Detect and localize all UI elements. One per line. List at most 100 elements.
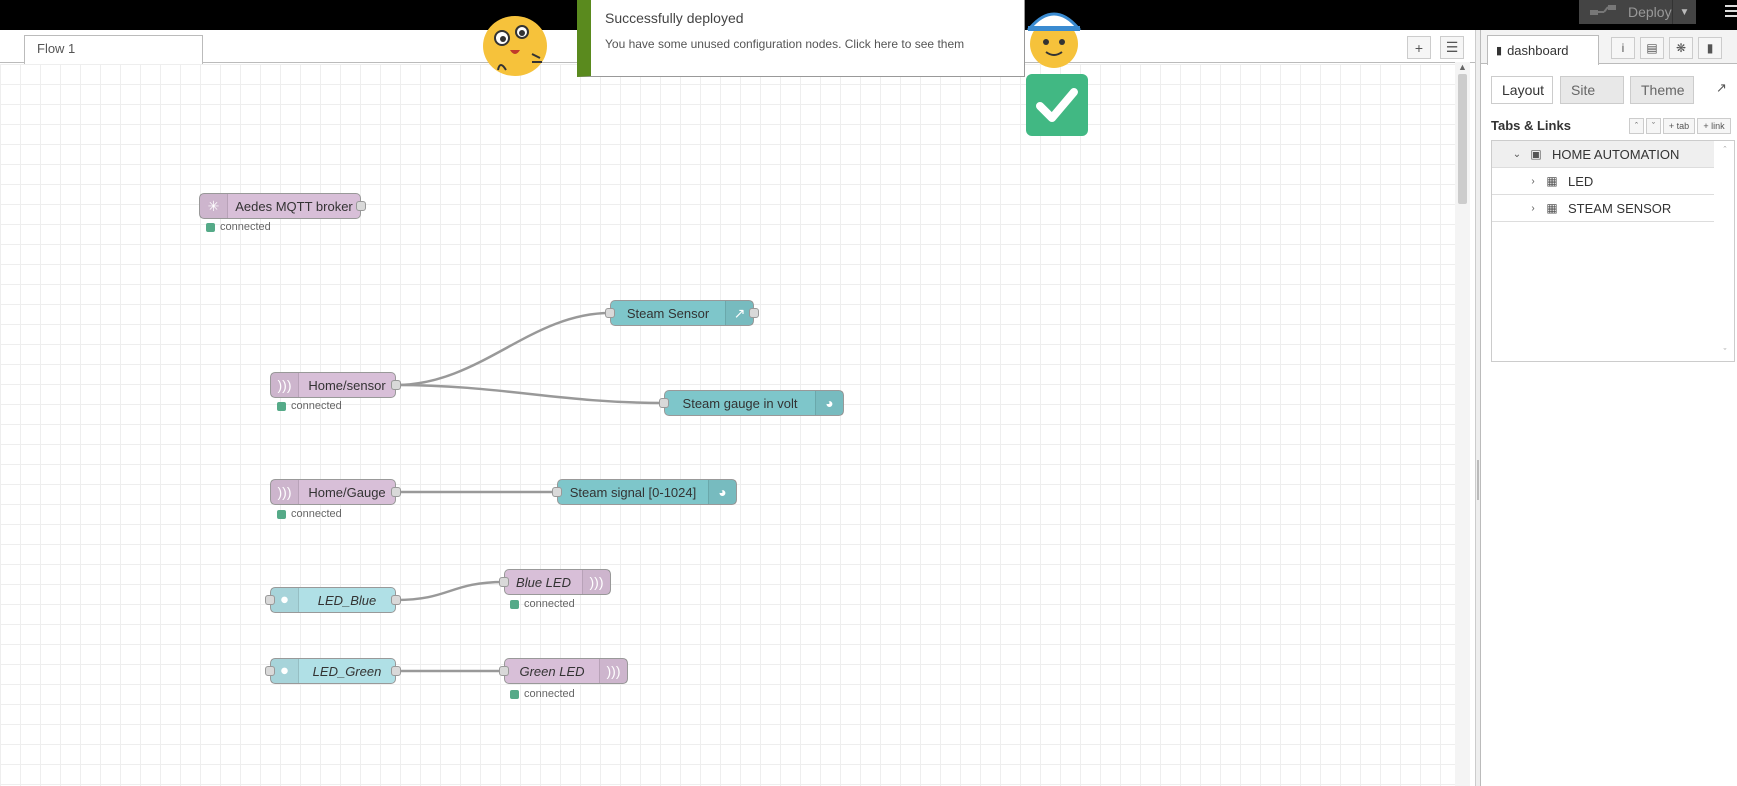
gauge-icon: ◕ bbox=[815, 391, 843, 415]
node-label: Home/Gauge bbox=[308, 484, 386, 500]
deploy-dropdown-caret[interactable]: ▼ bbox=[1672, 0, 1696, 24]
mqtt-out-icon: ))) bbox=[582, 570, 610, 594]
tree-item-label: LED bbox=[1568, 173, 1594, 189]
scroll-up-icon[interactable]: ˆ bbox=[1724, 145, 1727, 155]
output-port[interactable] bbox=[391, 666, 401, 676]
input-port[interactable] bbox=[265, 595, 275, 605]
flow-canvas[interactable] bbox=[0, 64, 1460, 786]
node-led-blue-switch[interactable]: ⚫ LED_Blue bbox=[265, 587, 401, 613]
splitter-grip[interactable] bbox=[1477, 460, 1479, 500]
scrollbar-thumb[interactable] bbox=[1458, 74, 1467, 204]
sidebar-tabs-bar: ▮ dashboard i ▤ ❋ ▮ bbox=[1481, 30, 1737, 65]
node-label: Green LED bbox=[519, 663, 585, 679]
node-label: Steam Sensor bbox=[626, 305, 710, 321]
tree-item-label: STEAM SENSOR bbox=[1568, 200, 1672, 216]
tree-item-home-automation[interactable]: ⌄ ▣ HOME AUTOMATION bbox=[1492, 141, 1714, 168]
input-port[interactable] bbox=[265, 666, 275, 676]
output-port[interactable] bbox=[749, 308, 759, 318]
status-blue-led: connected bbox=[510, 598, 575, 610]
sidebar-tab-label: dashboard bbox=[1507, 43, 1569, 58]
list-flows-icon[interactable]: ☰ bbox=[1440, 36, 1464, 59]
node-home-sensor[interactable]: ))) Home/sensor bbox=[270, 372, 401, 398]
node-steam-sensor[interactable]: Steam Sensor ↗ bbox=[605, 300, 759, 326]
notification-title: Successfully deployed bbox=[605, 10, 744, 26]
tabs-links-title: Tabs & Links bbox=[1491, 118, 1571, 133]
deploy-icon bbox=[1590, 5, 1616, 15]
node-steam-signal[interactable]: Steam signal [0-1024] ◕ bbox=[552, 479, 737, 505]
tab-icon: ▣ bbox=[1530, 147, 1542, 161]
node-steam-gauge-volt[interactable]: Steam gauge in volt ◕ bbox=[659, 390, 844, 416]
subtab-theme[interactable]: Theme bbox=[1630, 76, 1694, 104]
node-aedes-mqtt-broker[interactable]: ✳ Aedes MQTT broker bbox=[199, 193, 366, 219]
input-port[interactable] bbox=[499, 577, 509, 587]
add-tab-button[interactable]: + tab bbox=[1663, 118, 1695, 134]
mqtt-in-icon: ))) bbox=[271, 373, 299, 397]
output-port[interactable] bbox=[391, 487, 401, 497]
gauge-icon: ◕ bbox=[708, 480, 736, 504]
subtab-site[interactable]: Site bbox=[1560, 76, 1624, 104]
node-label: LED_Green bbox=[312, 663, 382, 679]
status-dot bbox=[277, 509, 286, 519]
tree-item-label: HOME AUTOMATION bbox=[1552, 146, 1680, 162]
input-port[interactable] bbox=[552, 487, 562, 497]
open-dashboard-icon[interactable]: ↗ bbox=[1716, 80, 1727, 96]
tree-item-steam-sensor[interactable]: › ▦ STEAM SENSOR bbox=[1492, 195, 1714, 222]
scroll-down-icon[interactable]: ˇ bbox=[1724, 347, 1727, 357]
chevron-right-icon[interactable]: › bbox=[1526, 176, 1540, 187]
status-aedes: connected bbox=[206, 221, 271, 233]
debug-bug-icon[interactable]: ❋ bbox=[1669, 37, 1693, 59]
help-book-icon[interactable]: ▤ bbox=[1640, 37, 1664, 59]
notification-message[interactable]: You have some unused configuration nodes… bbox=[605, 37, 964, 51]
scroll-up-icon[interactable]: ▲ bbox=[1458, 62, 1467, 72]
add-flow-icon[interactable]: + bbox=[1407, 36, 1431, 59]
node-green-led[interactable]: Green LED ))) bbox=[499, 658, 628, 684]
output-port[interactable] bbox=[391, 380, 401, 390]
broker-icon: ✳ bbox=[200, 194, 228, 218]
canvas-vertical-scrollbar[interactable]: ▲ bbox=[1455, 62, 1470, 786]
node-label: Blue LED bbox=[516, 574, 571, 590]
expand-all-icon[interactable]: ˇ bbox=[1646, 118, 1661, 134]
info-icon[interactable]: i bbox=[1611, 37, 1635, 59]
sidebar: ▮ dashboard i ▤ ❋ ▮ Layout Site Theme ↗ … bbox=[1480, 30, 1737, 786]
node-label: Steam gauge in volt bbox=[682, 395, 798, 411]
main-menu-icon[interactable] bbox=[1725, 5, 1737, 19]
tabs-links-tree: ⌄ ▣ HOME AUTOMATION › ▦ LED › ▦ STEAM SE… bbox=[1491, 140, 1735, 362]
status-text: connected bbox=[524, 598, 575, 610]
status-home-sensor: connected bbox=[277, 400, 342, 412]
tree-item-led[interactable]: › ▦ LED bbox=[1492, 168, 1714, 195]
dashboard-chart-icon[interactable]: ▮ bbox=[1698, 37, 1722, 59]
node-label: Steam signal [0-1024] bbox=[569, 484, 697, 500]
chevron-right-icon[interactable]: › bbox=[1526, 203, 1540, 214]
status-dot bbox=[510, 599, 519, 609]
output-port[interactable] bbox=[391, 595, 401, 605]
deploy-notification[interactable]: Successfully deployed You have some unus… bbox=[577, 0, 1025, 77]
node-blue-led[interactable]: Blue LED ))) bbox=[499, 569, 611, 595]
toggle-icon: ⚫ bbox=[271, 588, 299, 612]
node-home-gauge[interactable]: ))) Home/Gauge bbox=[270, 479, 401, 505]
bar-chart-icon: ▮ bbox=[1496, 45, 1503, 57]
check-mark-icon bbox=[1026, 74, 1088, 136]
deploy-button[interactable]: Deploy ▼ bbox=[1579, 0, 1696, 24]
collapse-all-icon[interactable]: ˆ bbox=[1629, 118, 1644, 134]
input-port[interactable] bbox=[499, 666, 509, 676]
tree-scrollbar[interactable]: ˆ ˇ bbox=[1716, 141, 1734, 361]
deploy-label: Deploy bbox=[1628, 4, 1672, 20]
tab-flow-1[interactable]: Flow 1 bbox=[24, 35, 203, 64]
excited-face-emoji bbox=[483, 16, 547, 76]
subtab-layout[interactable]: Layout bbox=[1491, 76, 1553, 104]
mqtt-in-icon: ))) bbox=[271, 480, 299, 504]
status-dot bbox=[277, 401, 286, 411]
status-text: connected bbox=[220, 221, 271, 233]
group-grid-icon: ▦ bbox=[1546, 201, 1558, 215]
output-port[interactable] bbox=[356, 201, 366, 211]
status-text: connected bbox=[291, 400, 342, 412]
chevron-down-icon[interactable]: ⌄ bbox=[1510, 149, 1524, 160]
sidebar-tab-dashboard[interactable]: ▮ dashboard bbox=[1487, 35, 1599, 65]
node-label: Home/sensor bbox=[308, 377, 386, 393]
input-port[interactable] bbox=[659, 398, 669, 408]
node-led-green-switch[interactable]: ⚫ LED_Green bbox=[265, 658, 401, 684]
node-label: Aedes MQTT broker bbox=[235, 198, 353, 214]
input-port[interactable] bbox=[605, 308, 615, 318]
status-dot bbox=[206, 222, 215, 232]
add-link-button[interactable]: + link bbox=[1697, 118, 1731, 134]
